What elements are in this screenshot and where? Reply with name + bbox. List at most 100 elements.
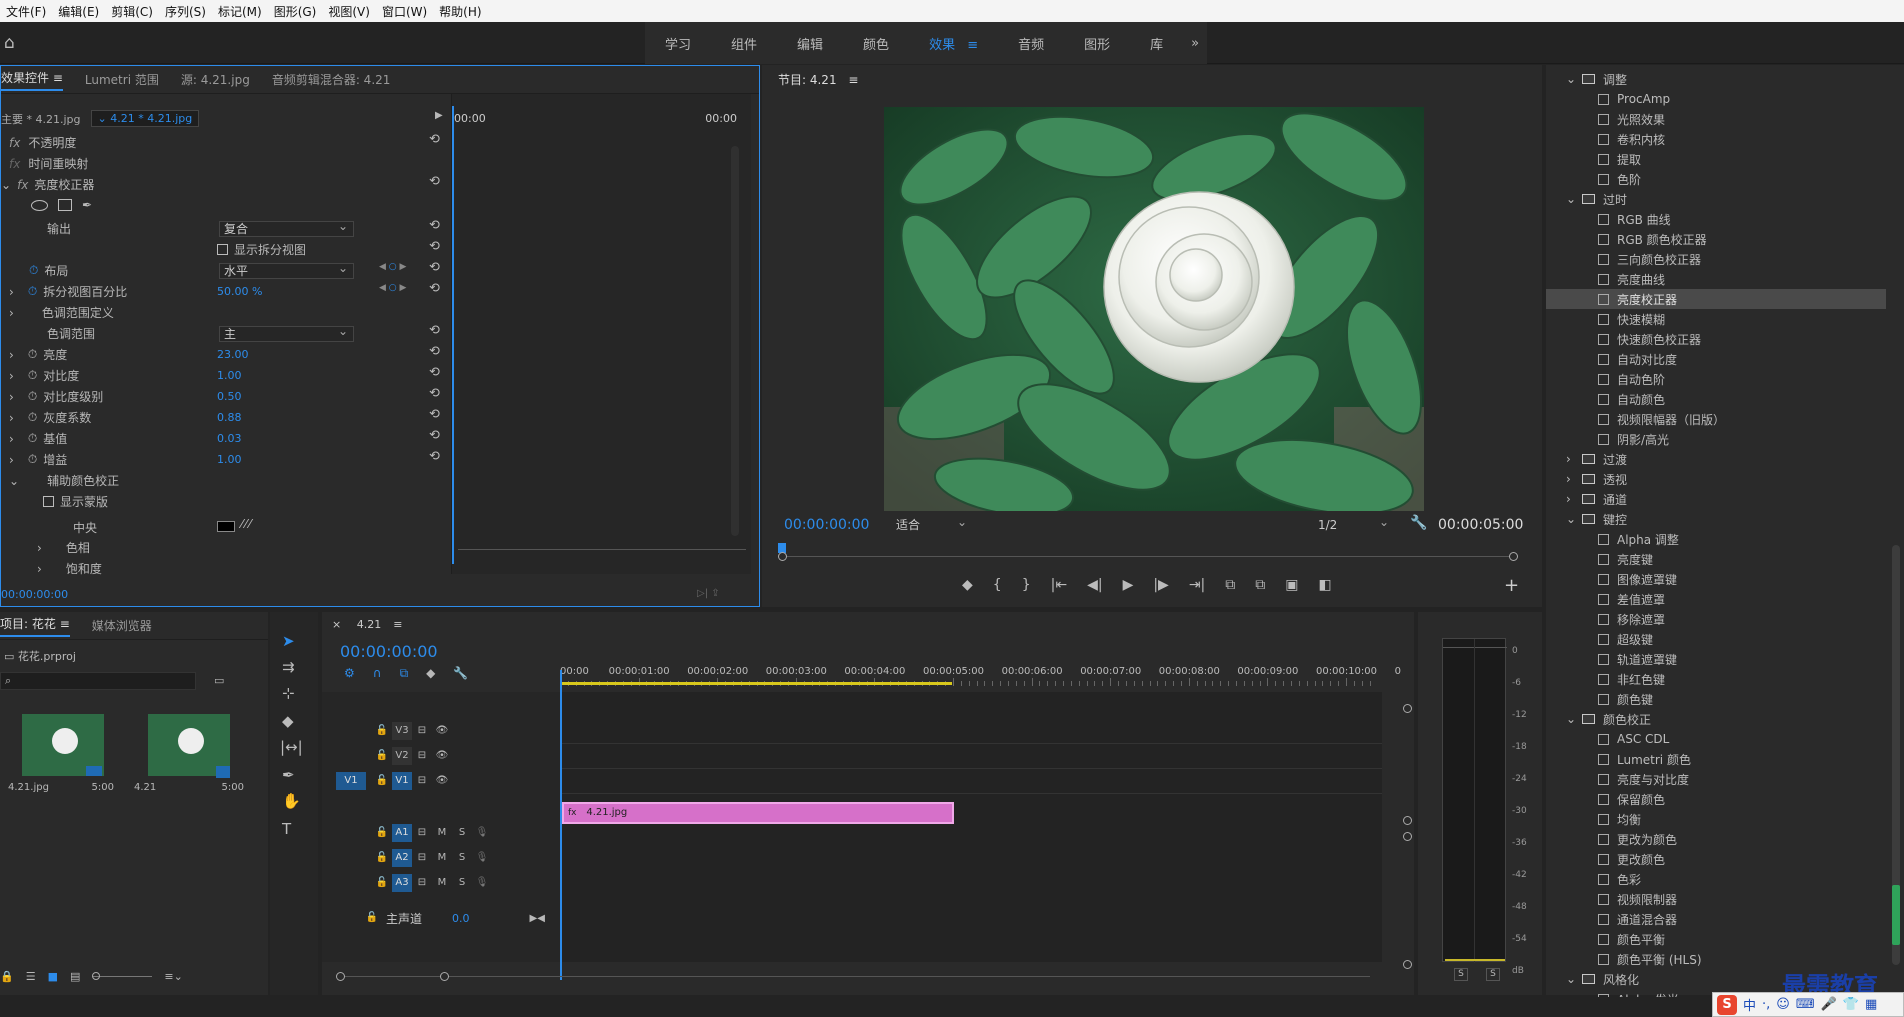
- param-value[interactable]: 1.00: [217, 453, 242, 466]
- effect-item[interactable]: 快速模糊: [1546, 309, 1886, 329]
- effect-item[interactable]: 通道混合器: [1546, 909, 1886, 929]
- show-mask-checkbox[interactable]: [43, 496, 54, 507]
- menu-clip[interactable]: 剪辑(C): [105, 3, 159, 20]
- mic-icon[interactable]: 🎙: [472, 874, 492, 892]
- luma-corrector-label[interactable]: 亮度校正器: [34, 176, 94, 193]
- reset-icon[interactable]: ⟲: [429, 281, 440, 296]
- tab-assembly[interactable]: 组件: [711, 34, 777, 53]
- effect-item[interactable]: 亮度与对比度: [1546, 769, 1886, 789]
- effect-item[interactable]: 色彩: [1546, 869, 1886, 889]
- tab-source[interactable]: 源: 4.21.jpg: [181, 71, 250, 88]
- reset-icon[interactable]: ⟲: [429, 132, 440, 147]
- zoom-handle[interactable]: [440, 972, 449, 981]
- effect-item[interactable]: 移除遮罩: [1546, 609, 1886, 629]
- home-icon[interactable]: ⌂: [4, 33, 15, 53]
- reset-icon[interactable]: ⟲: [429, 344, 440, 359]
- split-view-checkbox[interactable]: [217, 244, 228, 255]
- effect-item[interactable]: Alpha 调整: [1546, 529, 1886, 549]
- effect-item[interactable]: 自动颜色: [1546, 389, 1886, 409]
- source-patch[interactable]: V1: [336, 772, 366, 790]
- clip-selector[interactable]: ⌄ 4.21 * 4.21.jpg: [90, 110, 200, 127]
- effect-item[interactable]: 轨道遮罩键: [1546, 649, 1886, 669]
- track-target[interactable]: A2: [392, 849, 412, 867]
- effect-item[interactable]: 自动色阶: [1546, 369, 1886, 389]
- expand-arrow-icon[interactable]: ›: [9, 453, 14, 467]
- menu-window[interactable]: 窗口(W): [376, 3, 433, 20]
- mute-button[interactable]: M: [432, 849, 452, 867]
- effect-item[interactable]: 三向颜色校正器: [1546, 249, 1886, 269]
- effect-item[interactable]: 颜色键: [1546, 689, 1886, 709]
- mark-out-icon[interactable]: }: [1022, 577, 1031, 593]
- program-timecode[interactable]: 00:00:00:00: [784, 517, 869, 533]
- param-value[interactable]: 1.00: [217, 369, 242, 382]
- lock-icon[interactable]: 🔓: [372, 722, 392, 740]
- tab-audio[interactable]: 音频: [998, 34, 1064, 53]
- keyboard-icon[interactable]: ⌨: [1796, 997, 1815, 1012]
- lock-icon[interactable]: 🔓: [372, 874, 392, 892]
- close-icon[interactable]: ×: [332, 618, 341, 631]
- mini-scrollbar[interactable]: [458, 549, 746, 550]
- mini-playhead[interactable]: [452, 106, 454, 564]
- chevron-down-icon[interactable]: ⌄: [1566, 192, 1582, 206]
- effect-item[interactable]: 颜色平衡: [1546, 929, 1886, 949]
- lift-icon[interactable]: ⧉: [1225, 577, 1235, 593]
- menu-file[interactable]: 文件(F): [0, 3, 52, 20]
- expand-arrow-icon[interactable]: ›: [9, 411, 14, 425]
- wrench-icon[interactable]: 🔧: [1410, 515, 1427, 531]
- mic-icon[interactable]: 🎙: [472, 824, 492, 842]
- tab-effects[interactable]: 效果 ≡: [909, 34, 998, 53]
- effect-item[interactable]: 光照效果: [1546, 109, 1886, 129]
- sync-lock-icon[interactable]: ⊟: [412, 722, 432, 740]
- ripple-edit-tool-icon[interactable]: ⊹: [282, 684, 295, 702]
- zoom-handle[interactable]: [336, 972, 345, 981]
- effect-item[interactable]: 更改颜色: [1546, 849, 1886, 869]
- emoji-icon[interactable]: ☺: [1776, 997, 1790, 1012]
- effect-item[interactable]: 快速颜色校正器: [1546, 329, 1886, 349]
- solo-button[interactable]: S: [452, 849, 472, 867]
- add-marker-icon[interactable]: ◆: [962, 577, 973, 593]
- reset-icon[interactable]: ⟲: [429, 218, 440, 233]
- effect-item[interactable]: 亮度曲线: [1546, 269, 1886, 289]
- chevron-right-icon[interactable]: ›: [1566, 492, 1582, 506]
- menu-view[interactable]: 视图(V): [322, 3, 376, 20]
- mic-icon[interactable]: 🎙: [472, 849, 492, 867]
- effect-item[interactable]: RGB 颜色校正器: [1546, 229, 1886, 249]
- eyedropper-icon[interactable]: ⁄⁄⁄: [241, 517, 253, 531]
- project-item[interactable]: 4.21 5:00: [130, 702, 254, 812]
- ime-language[interactable]: 中: [1743, 995, 1756, 1014]
- icon-view-icon[interactable]: ■: [48, 970, 58, 983]
- work-area-bar[interactable]: [560, 682, 952, 685]
- effect-item[interactable]: ASC CDL: [1546, 729, 1886, 749]
- reset-icon[interactable]: ⟲: [429, 239, 440, 254]
- chevron-down-icon[interactable]: ⌄: [1566, 72, 1582, 86]
- solo-button[interactable]: S: [452, 874, 472, 892]
- effect-item[interactable]: 自动对比度: [1546, 349, 1886, 369]
- expand-arrow-icon[interactable]: ›: [9, 348, 14, 362]
- video-clip[interactable]: fx 4.21.jpg: [562, 802, 954, 824]
- slip-tool-icon[interactable]: |↔|: [280, 738, 303, 756]
- rectangle-mask-icon[interactable]: [58, 199, 72, 211]
- export-frame-icon[interactable]: ▷| ⇪: [697, 588, 720, 599]
- menu-graphics[interactable]: 图形(G): [268, 3, 323, 20]
- tab-effect-controls[interactable]: 效果控件 ≡: [1, 69, 63, 91]
- tab-libraries[interactable]: 库: [1130, 34, 1183, 53]
- lock-icon[interactable]: 🔓: [372, 747, 392, 765]
- reset-icon[interactable]: ⟲: [429, 386, 440, 401]
- hand-tool-icon[interactable]: ✋: [282, 792, 301, 810]
- menu-marker[interactable]: 标记(M): [212, 3, 268, 20]
- step-back-icon[interactable]: ◀|: [1087, 577, 1102, 593]
- reset-icon[interactable]: ⟲: [429, 428, 440, 443]
- hue-label[interactable]: 色相: [66, 539, 90, 556]
- nest-icon[interactable]: ⚙: [344, 666, 355, 681]
- solo-right-button[interactable]: S: [1486, 968, 1500, 981]
- razor-tool-icon[interactable]: ◆: [282, 712, 294, 730]
- lock-icon[interactable]: 🔓: [372, 849, 392, 867]
- reset-icon[interactable]: ⟲: [429, 260, 440, 275]
- timeline-timecode[interactable]: 00:00:00:00: [340, 642, 438, 661]
- go-to-in-icon[interactable]: |⇤: [1051, 577, 1067, 593]
- sync-lock-icon[interactable]: ⊟: [412, 849, 432, 867]
- lock-icon[interactable]: 🔓: [372, 824, 392, 842]
- stopwatch-icon[interactable]: ⏱: [28, 389, 37, 404]
- tab-graphics[interactable]: 图形: [1064, 34, 1130, 53]
- lock-icon[interactable]: 🔒: [0, 970, 14, 983]
